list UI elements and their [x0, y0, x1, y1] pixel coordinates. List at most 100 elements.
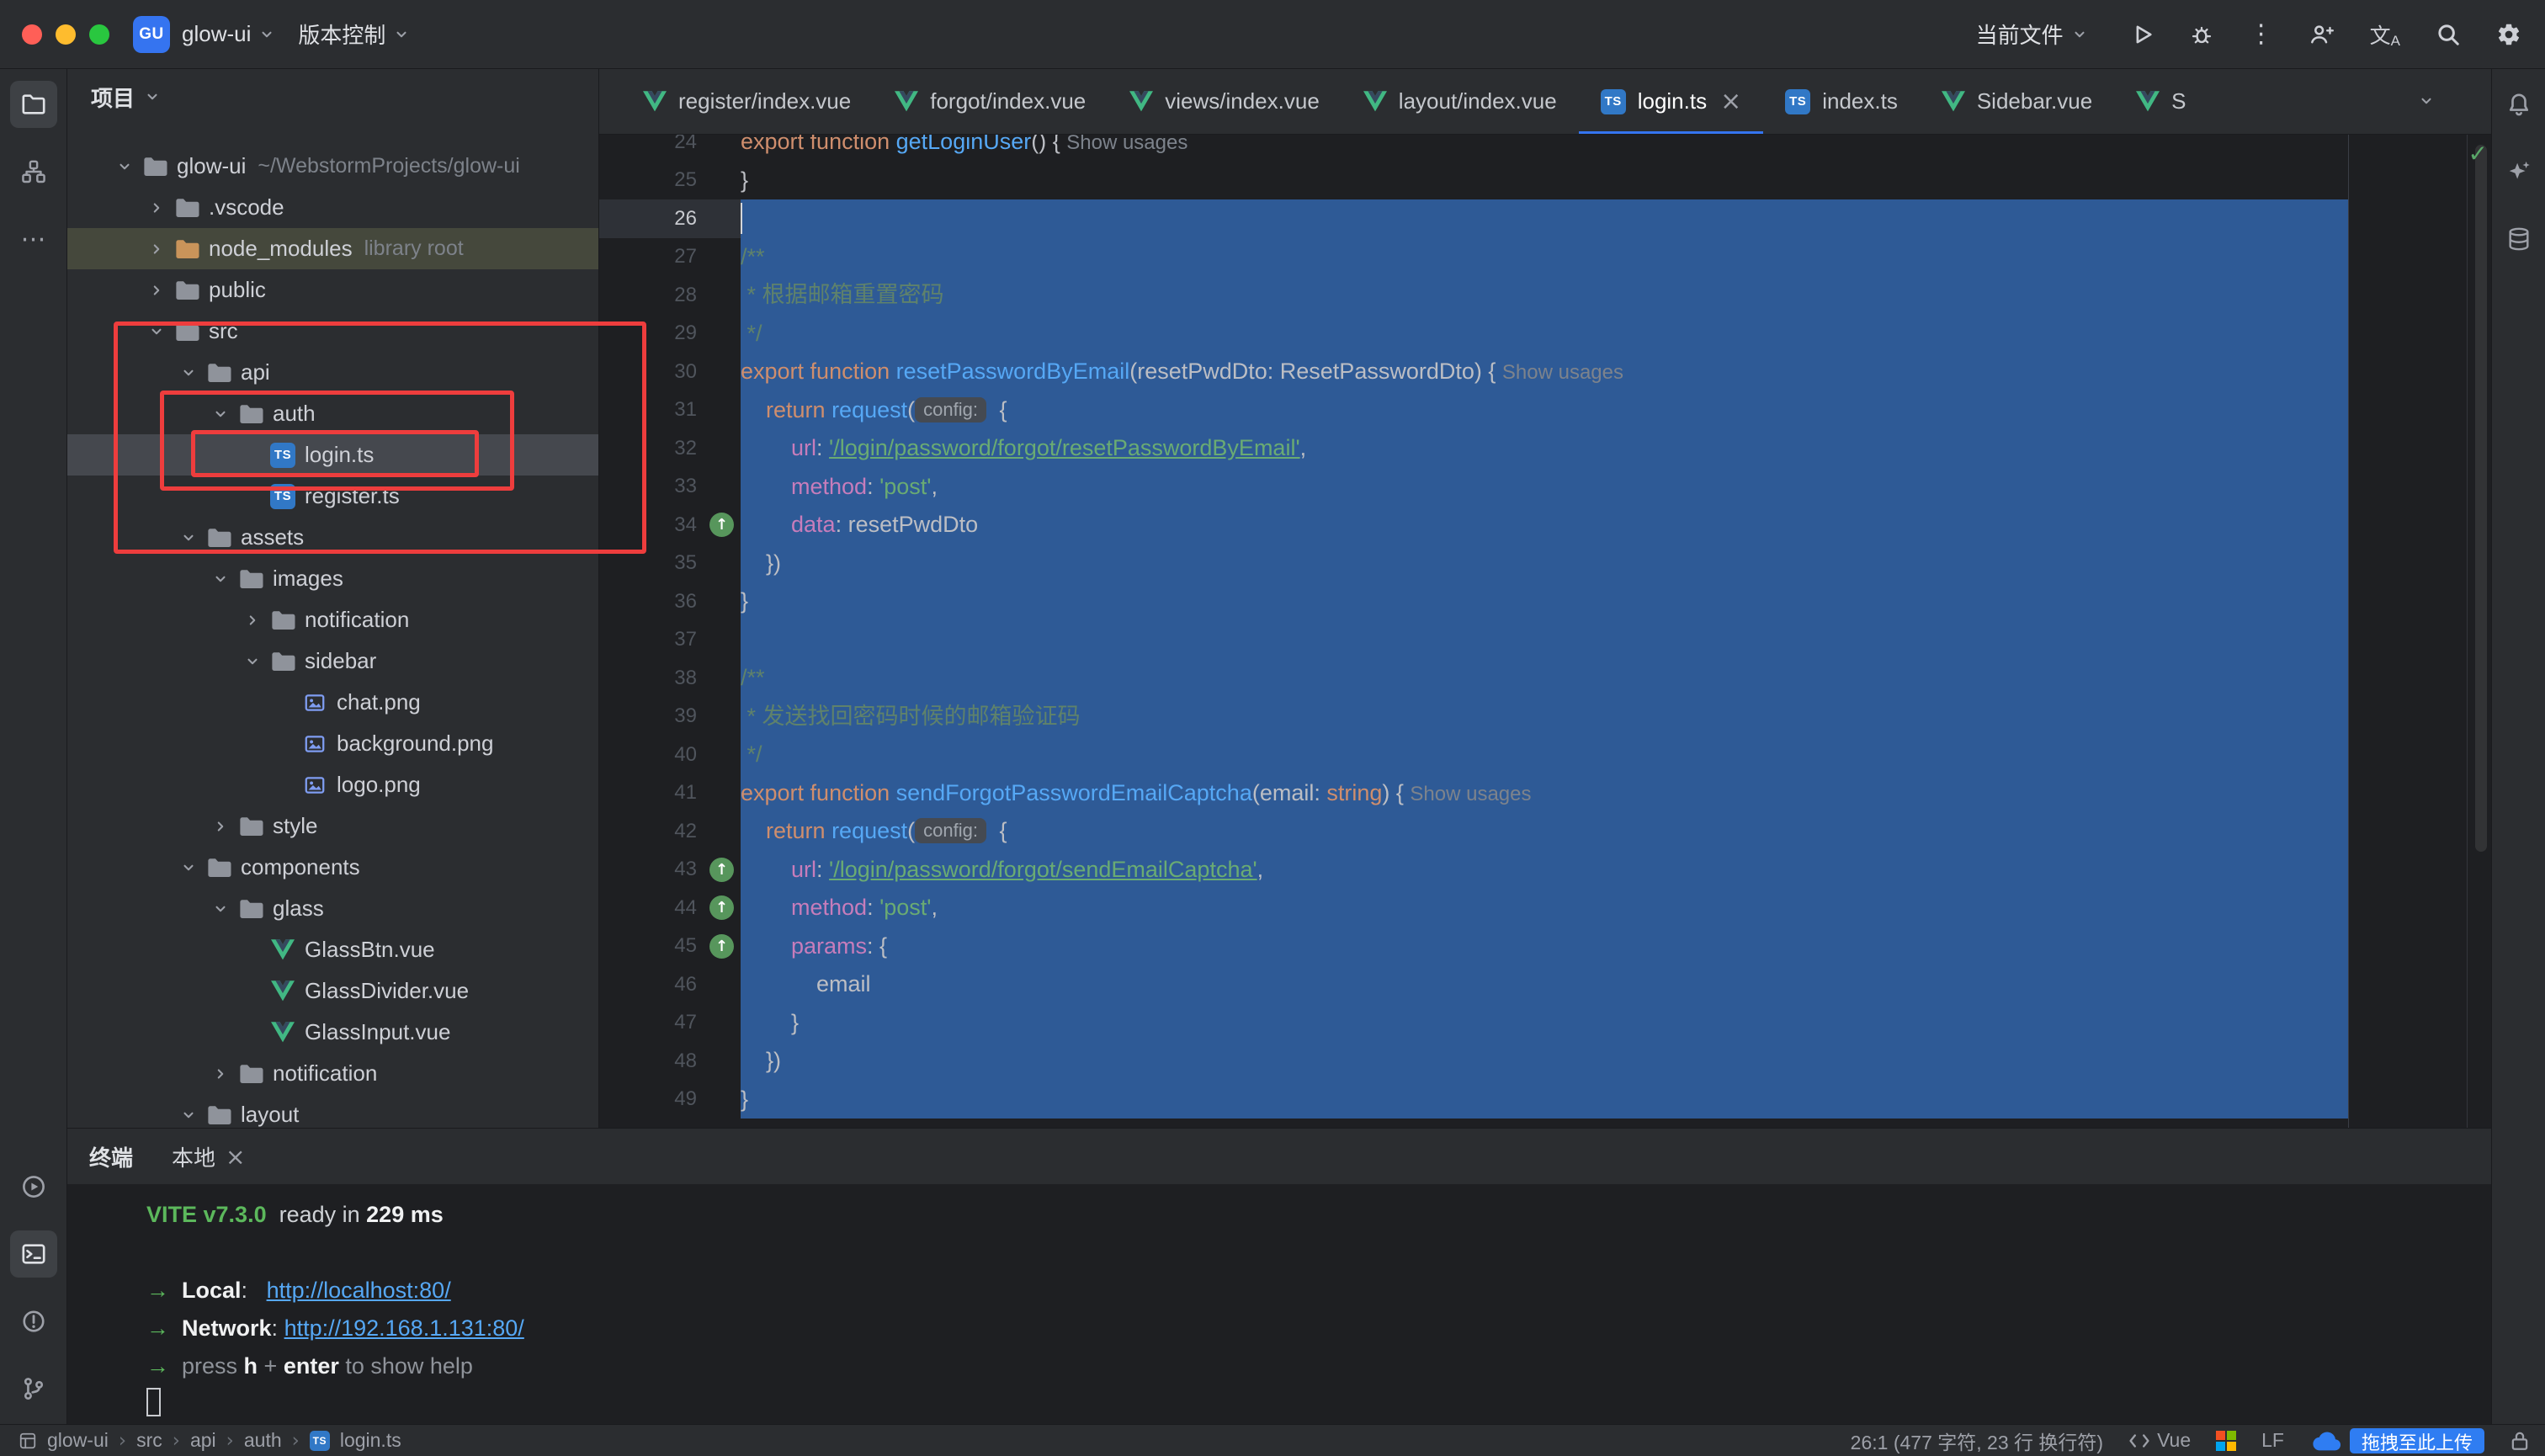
gutter-line-36[interactable]: 36 — [599, 582, 741, 621]
tool-button-notifications[interactable] — [2495, 81, 2542, 128]
gutter-change-marker-icon[interactable]: ↑ — [709, 513, 734, 537]
tool-button-more-tools[interactable]: ⋯ — [10, 215, 57, 263]
terminal-link[interactable]: http://localhost:80/ — [267, 1278, 451, 1303]
chevron-down-icon[interactable] — [205, 407, 236, 422]
vcs-menu[interactable]: 版本控制 — [286, 12, 421, 56]
code-line-25[interactable]: } — [741, 162, 2491, 200]
editor-tab[interactable]: TS index.ts — [1763, 69, 1920, 134]
editor-gutter[interactable]: 24 25 26 27 28 29 30 31 32 33 34 ↑ 35 36 37 38 39 40 41 42 4… — [599, 135, 741, 1128]
project-tree-item[interactable]: auth — [67, 393, 598, 434]
gutter-line-48[interactable]: 48 — [599, 1042, 741, 1081]
chevron-down-icon[interactable] — [173, 1108, 204, 1123]
line-separator-widget[interactable]: LF — [2261, 1429, 2284, 1452]
gutter-line-47[interactable]: 47 — [599, 1004, 741, 1043]
project-tree-item[interactable]: style — [67, 805, 598, 847]
chevron-down-icon[interactable] — [141, 324, 172, 339]
editor-tab[interactable]: S — [2114, 69, 2208, 134]
more-button[interactable]: ⋮ — [2245, 16, 2277, 52]
gutter-line-28[interactable]: 28 — [599, 276, 741, 315]
chevron-right-icon[interactable] — [205, 1066, 236, 1081]
project-tree-item[interactable]: GlassInput.vue — [67, 1012, 598, 1053]
editor-scrollbar[interactable] — [2475, 145, 2487, 852]
gutter-line-42[interactable]: 42 — [599, 812, 741, 851]
inspections-status-icon[interactable]: ✓ — [2468, 140, 2488, 167]
gutter-line-26[interactable]: 26 — [599, 199, 741, 238]
project-tree-item[interactable]: TS register.ts — [67, 476, 598, 517]
project-tree-item[interactable]: chat.png — [67, 682, 598, 723]
project-tree-item[interactable]: notification — [67, 1053, 598, 1094]
code-line-48[interactable]: }) — [741, 1042, 2491, 1081]
project-tree-item[interactable]: public — [67, 269, 598, 311]
code-line-41[interactable]: export function sendForgotPasswordEmailC… — [741, 773, 2491, 812]
code-line-39[interactable]: * 发送找回密码时候的邮箱验证码 — [741, 697, 2491, 736]
code-line-37[interactable] — [741, 620, 2491, 659]
tool-button-project[interactable] — [9, 81, 57, 128]
code-line-44[interactable]: method: 'post', — [741, 889, 2491, 927]
terminal-link[interactable]: http://192.168.1.131:80/ — [284, 1315, 524, 1341]
project-tree-item[interactable]: node_modules library root — [67, 228, 598, 269]
chevron-down-icon[interactable] — [205, 901, 236, 917]
settings-button[interactable] — [2493, 19, 2525, 50]
breadcrumb-item[interactable]: api — [190, 1429, 216, 1452]
tool-button-structure[interactable] — [10, 148, 57, 195]
code-vision-show-usages[interactable]: Show usages — [1502, 361, 1623, 384]
code-line-42[interactable]: return request(config: { — [741, 812, 2491, 851]
project-tree-item[interactable]: .vscode — [67, 187, 598, 228]
run-config-selector[interactable]: 当前文件 — [1964, 12, 2099, 56]
tool-button-database[interactable] — [2495, 215, 2542, 263]
gutter-line-34[interactable]: 34 ↑ — [599, 506, 741, 545]
microsoft-icon[interactable] — [2216, 1430, 2237, 1451]
code-line-30[interactable]: export function resetPasswordByEmail(res… — [741, 353, 2491, 391]
project-tree-item[interactable]: assets — [67, 517, 598, 558]
search-button[interactable] — [2432, 19, 2464, 50]
project-tree-item[interactable]: GlassBtn.vue — [67, 929, 598, 970]
gutter-line-44[interactable]: 44 ↑ — [599, 889, 741, 927]
chevron-down-icon[interactable] — [205, 571, 236, 587]
code-line-26[interactable] — [741, 199, 2491, 238]
tool-button-services[interactable] — [10, 1163, 57, 1210]
project-panel-header[interactable]: 项目 — [67, 69, 598, 125]
code-line-36[interactable]: } — [741, 582, 2491, 621]
tabs-more-button[interactable] — [2463, 100, 2473, 102]
project-tree-item[interactable]: layout — [67, 1094, 598, 1128]
code-line-27[interactable]: /** — [741, 237, 2491, 276]
gutter-line-27[interactable]: 27 — [599, 238, 741, 277]
project-tree-item[interactable]: api — [67, 352, 598, 393]
code-vision-show-usages[interactable]: Show usages — [1066, 135, 1187, 154]
project-tree-item[interactable]: GlassDivider.vue — [67, 970, 598, 1012]
minimize-window-button[interactable] — [56, 24, 76, 45]
project-tree-item[interactable]: images — [67, 558, 598, 599]
translate-button[interactable]: 文A — [2367, 16, 2404, 53]
project-tree-item[interactable]: components — [67, 847, 598, 888]
gutter-line-25[interactable]: 25 — [599, 162, 741, 200]
tab-list-chevron[interactable] — [2414, 93, 2439, 109]
code-line-40[interactable]: */ — [741, 736, 2491, 774]
gutter-change-marker-icon[interactable]: ↑ — [709, 933, 734, 959]
project-tree-item[interactable]: glow-ui ~/WebstormProjects/glow-ui — [67, 146, 598, 187]
code-line-47[interactable]: } — [741, 1003, 2491, 1042]
code-line-32[interactable]: url: '/login/password/forgot/resetPasswo… — [741, 429, 2491, 468]
gutter-change-marker-icon[interactable]: ↑ — [709, 857, 734, 882]
gutter-line-41[interactable]: 41 — [599, 774, 741, 813]
project-tree-item[interactable]: src — [67, 311, 598, 352]
zoom-window-button[interactable] — [89, 24, 109, 45]
chevron-down-icon[interactable] — [173, 860, 204, 875]
gutter-line-38[interactable]: 38 — [599, 659, 741, 698]
tool-button-problems[interactable] — [10, 1298, 57, 1345]
code-vision-show-usages[interactable]: Show usages — [1410, 783, 1531, 805]
project-tree-item[interactable]: TS login.ts — [67, 434, 598, 476]
chevron-right-icon[interactable] — [141, 242, 172, 257]
code-line-38[interactable]: /** — [741, 659, 2491, 698]
code-line-34[interactable]: data: resetPwdDto — [741, 506, 2491, 545]
gutter-line-30[interactable]: 30 — [599, 353, 741, 391]
gutter-line-24[interactable]: 24 — [599, 135, 741, 162]
editor-tab[interactable]: forgot/index.vue — [873, 69, 1108, 134]
gutter-line-32[interactable]: 32 — [599, 429, 741, 468]
chevron-down-icon[interactable] — [173, 365, 204, 380]
chevron-down-icon[interactable] — [173, 530, 204, 545]
gutter-line-31[interactable]: 31 — [599, 391, 741, 430]
code-line-28[interactable]: * 根据邮箱重置密码 — [741, 276, 2491, 315]
project-tree-item[interactable]: notification — [67, 599, 598, 640]
gutter-line-29[interactable]: 29 — [599, 315, 741, 353]
gutter-change-marker-icon[interactable]: ↑ — [709, 895, 734, 920]
